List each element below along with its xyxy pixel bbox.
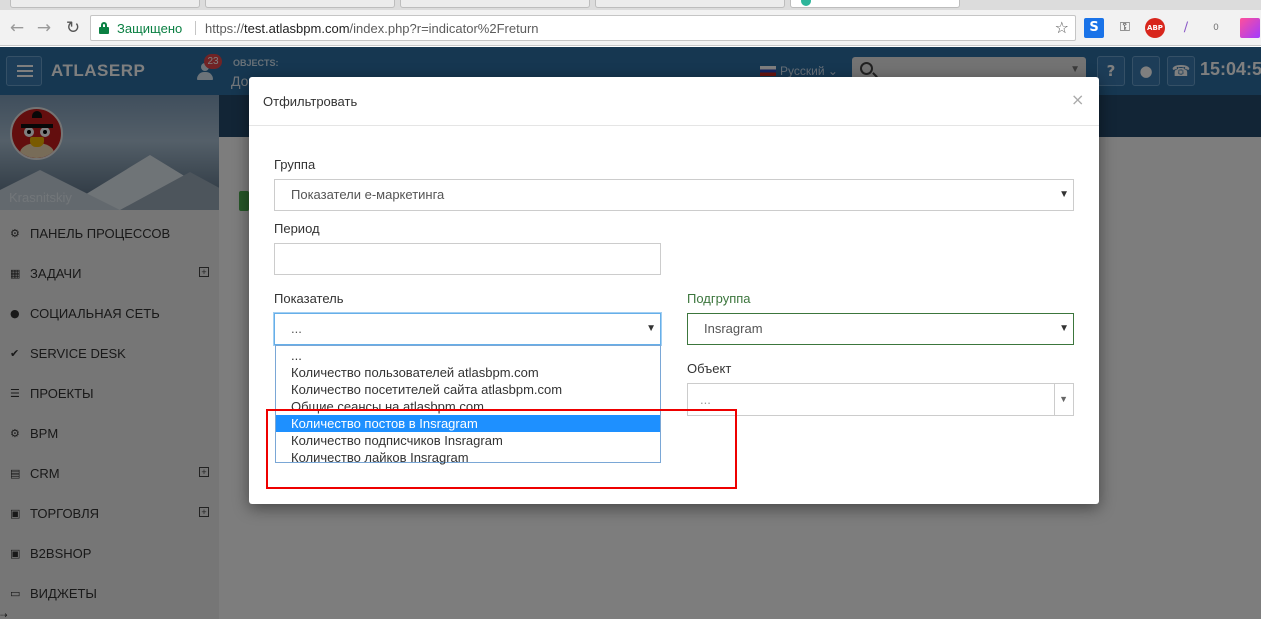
chevron-down-icon: ▼ xyxy=(646,323,656,334)
subgroup-select[interactable]: Insragram ▼ xyxy=(687,313,1074,345)
extension-feather-icon[interactable]: ∕ xyxy=(1176,18,1196,38)
url-text: https://test.atlasbpm.com/index.php?r=in… xyxy=(205,21,539,36)
dropdown-option[interactable]: Количество пользователей atlasbpm.com xyxy=(276,364,660,381)
browser-tab[interactable] xyxy=(205,0,395,8)
address-bar[interactable]: Защищено https://test.atlasbpm.com/index… xyxy=(90,15,1076,41)
back-arrow-icon[interactable]: ← xyxy=(6,17,28,39)
bookmark-star-icon[interactable]: ☆ xyxy=(1055,18,1069,37)
caret-down-icon: ▼ xyxy=(1059,394,1068,404)
browser-tab[interactable] xyxy=(595,0,785,8)
object-select-value: ... xyxy=(700,392,711,407)
extension-gradient-icon[interactable] xyxy=(1240,18,1260,38)
object-select[interactable]: ... ▼ xyxy=(687,383,1074,416)
url-host: test.atlasbpm.com xyxy=(244,21,350,36)
forward-arrow-icon[interactable]: → xyxy=(33,17,55,39)
annotation-highlight-box xyxy=(266,409,737,489)
browser-tab[interactable] xyxy=(400,0,590,8)
subgroup-select-value: Insragram xyxy=(704,321,763,336)
indicator-select-value: ... xyxy=(291,321,302,336)
extension-lock-icon[interactable]: ⚿ xyxy=(1115,18,1135,38)
lock-icon xyxy=(99,22,109,34)
group-select-value: Показатели е-маркетинга xyxy=(291,187,445,202)
url-path: /index.php?r=indicator%2Freturn xyxy=(349,21,539,36)
indicator-label: Показатель xyxy=(274,291,344,306)
adblock-icon[interactable]: ABP xyxy=(1145,18,1165,38)
dropdown-option[interactable]: ... xyxy=(276,347,660,364)
reload-icon[interactable]: ↻ xyxy=(62,17,84,39)
group-select[interactable]: Показатели е-маркетинга ▼ xyxy=(274,179,1074,211)
modal-header: Отфильтровать × xyxy=(249,77,1099,126)
chevron-down-icon: ▼ xyxy=(1059,323,1069,334)
browser-toolbar: ← → ↻ Защищено https://test.atlasbpm.com… xyxy=(0,10,1261,46)
group-label: Группа xyxy=(274,157,316,172)
browser-tab[interactable] xyxy=(10,0,200,8)
period-input[interactable] xyxy=(274,243,661,275)
extension-counter-icon[interactable]: 0 xyxy=(1206,18,1226,38)
secure-label: Защищено xyxy=(117,21,183,36)
url-scheme: https:// xyxy=(205,21,245,36)
close-icon[interactable]: × xyxy=(1071,90,1084,109)
period-label: Период xyxy=(274,221,320,236)
modal-title: Отфильтровать xyxy=(263,94,358,109)
object-label: Объект xyxy=(687,361,732,376)
select-divider xyxy=(1054,384,1055,415)
browser-tab-strip xyxy=(0,0,1261,10)
browser-tab-active[interactable] xyxy=(790,0,960,8)
subgroup-label: Подгруппа xyxy=(687,291,751,306)
indicator-select[interactable]: ... ▼ xyxy=(274,313,661,345)
dropdown-option[interactable]: Количество посетителей сайта atlasbpm.co… xyxy=(276,381,660,398)
address-separator xyxy=(195,21,196,35)
tab-favicon-icon xyxy=(801,0,811,6)
extension-s-icon[interactable]: S xyxy=(1084,18,1104,38)
chevron-down-icon: ▼ xyxy=(1059,189,1069,200)
